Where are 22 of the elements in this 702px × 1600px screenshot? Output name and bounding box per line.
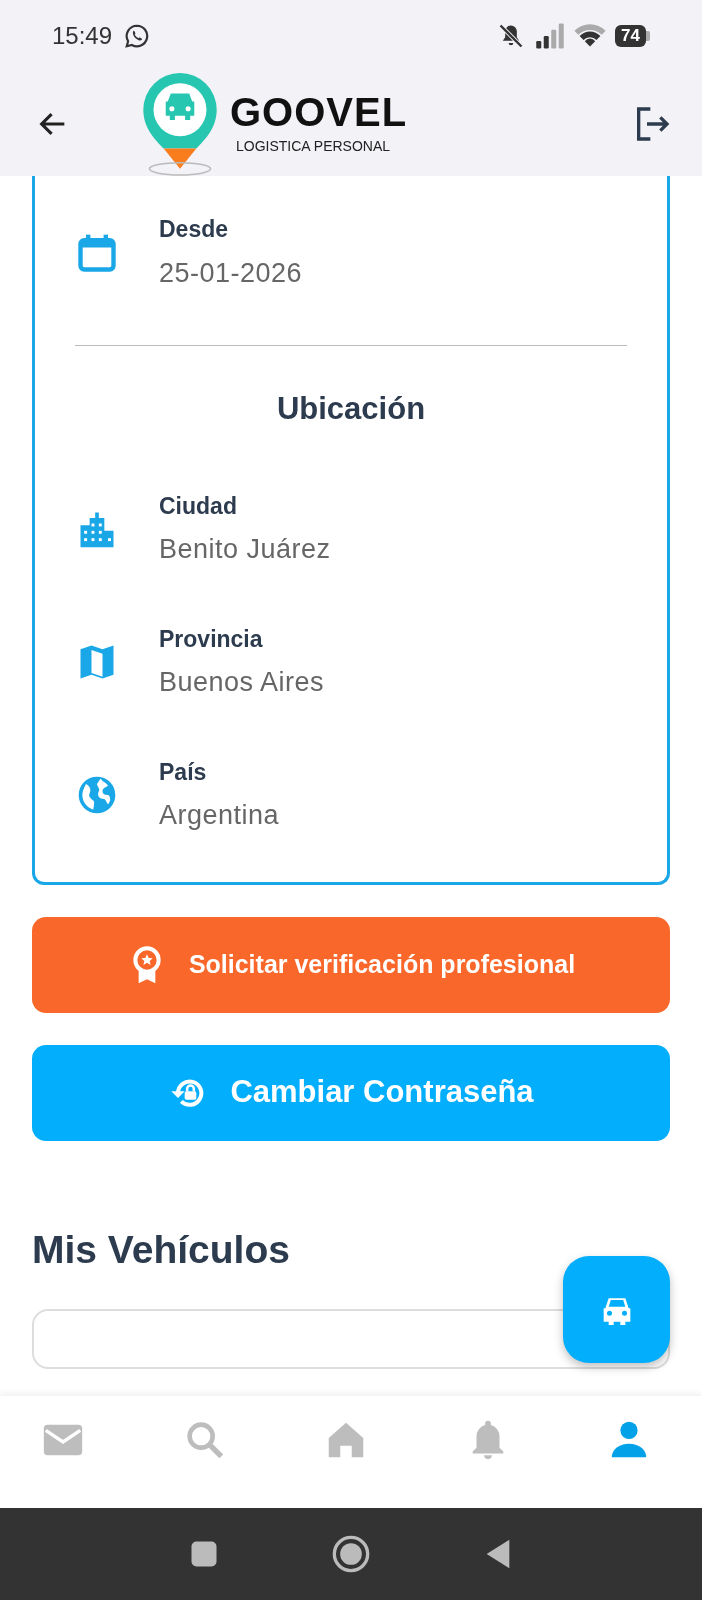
section-heading: Mis Vehículos [32, 1226, 291, 1273]
wifi-icon [573, 23, 608, 49]
field-value: 25-01-2026 [159, 256, 303, 290]
brand-tagline: LOGISTICA PERSONAL [236, 136, 392, 156]
circle-icon[interactable] [331, 1534, 371, 1574]
brand-name: GOOVEL [230, 91, 408, 132]
signal-icon [535, 23, 566, 49]
field-value: Benito Juárez [159, 533, 331, 566]
field-label: País [159, 757, 208, 787]
change-password-button[interactable]: Cambiar Contraseña [32, 1044, 670, 1141]
vehicle-fab-button[interactable] [563, 1256, 670, 1363]
verification-button[interactable]: Solicitar verificación profesional [32, 916, 670, 1013]
battery-level: 74 [615, 25, 646, 47]
square-icon[interactable] [189, 1539, 219, 1569]
chat-icon [124, 23, 151, 49]
field-value: Argentina [159, 799, 280, 832]
time-text: 15:49 [52, 21, 113, 51]
field-label: Provincia [159, 624, 264, 654]
field-label: Ciudad [159, 491, 238, 521]
field-value: Buenos Aires [159, 666, 325, 699]
field-label: Desde [159, 215, 230, 244]
section-title: Ubicación [275, 390, 427, 428]
